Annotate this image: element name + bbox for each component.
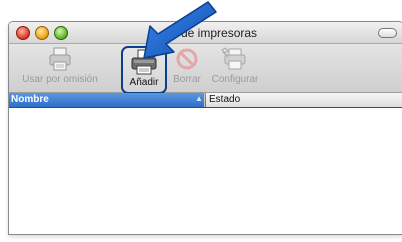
configure-printer-label: Configurar [211, 74, 259, 85]
configure-icon [221, 47, 246, 70]
toolbar-toggle-button[interactable] [378, 28, 397, 38]
column-header-name[interactable]: Nombre [11, 94, 49, 105]
zoom-window-button[interactable] [54, 26, 68, 40]
column-divider[interactable] [204, 93, 205, 107]
column-header-row: Nombre ▲ Estado [9, 93, 402, 108]
make-default-button[interactable]: Usar por omisión [21, 46, 99, 85]
close-window-button[interactable] [16, 26, 30, 40]
add-printer-label: Añadir [129, 77, 159, 88]
printer-icon [49, 47, 71, 71]
make-default-label: Usar por omisión [22, 74, 98, 85]
pointer-arrow-icon [143, 1, 217, 59]
delete-printer-label: Borrar [173, 74, 201, 85]
printer-list[interactable] [9, 108, 402, 234]
sort-ascending-icon: ▲ [195, 94, 203, 103]
minimize-window-button[interactable] [35, 26, 49, 40]
column-header-status[interactable]: Estado [206, 93, 402, 107]
